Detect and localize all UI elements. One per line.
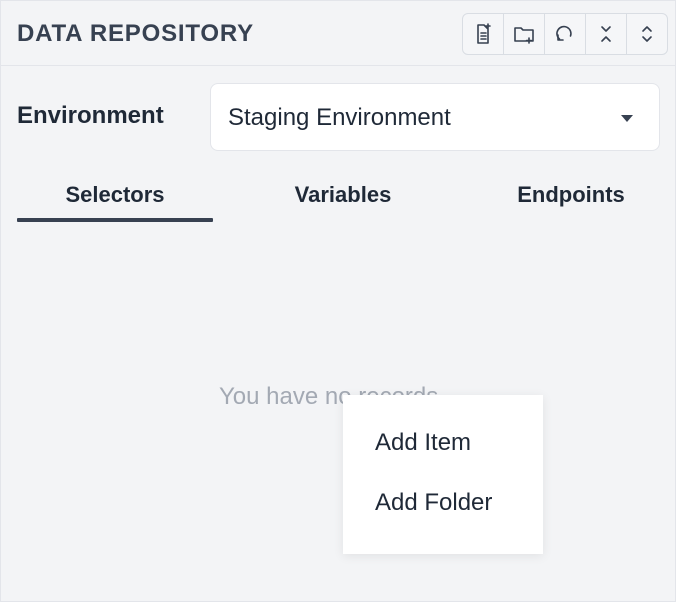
menu-item-add-item[interactable]: Add Item: [375, 429, 471, 457]
environment-select[interactable]: Staging Environment: [210, 83, 660, 151]
expand-all-button[interactable]: [627, 14, 667, 54]
environment-label: Environment: [17, 102, 164, 129]
context-menu: Add Item Add Folder: [343, 395, 543, 554]
header-toolbar: [462, 13, 668, 55]
add-item-button[interactable]: [463, 14, 504, 54]
collapse-all-icon: [601, 26, 611, 42]
tab-endpoints[interactable]: Endpoints: [473, 169, 669, 223]
active-tab-indicator: [17, 218, 213, 222]
data-repository-panel: DATA REPOSITORY Environment Staging Envi…: [0, 0, 676, 602]
tab-selectors[interactable]: Selectors: [17, 169, 213, 223]
add-item-icon: [477, 23, 491, 44]
panel-title: DATA REPOSITORY: [17, 20, 254, 47]
refresh-icon: [556, 25, 572, 41]
panel-header: DATA REPOSITORY: [1, 1, 675, 66]
refresh-button[interactable]: [545, 14, 586, 54]
add-folder-button[interactable]: [504, 14, 545, 54]
add-folder-icon: [514, 27, 534, 44]
menu-item-add-folder[interactable]: Add Folder: [375, 489, 492, 517]
repository-tabs: Selectors Variables Endpoints: [17, 169, 659, 223]
collapse-all-button[interactable]: [586, 14, 627, 54]
tab-variables[interactable]: Variables: [245, 169, 441, 223]
expand-all-icon: [642, 26, 652, 42]
caret-down-icon: [621, 115, 633, 122]
environment-selected-value: Staging Environment: [228, 104, 451, 131]
